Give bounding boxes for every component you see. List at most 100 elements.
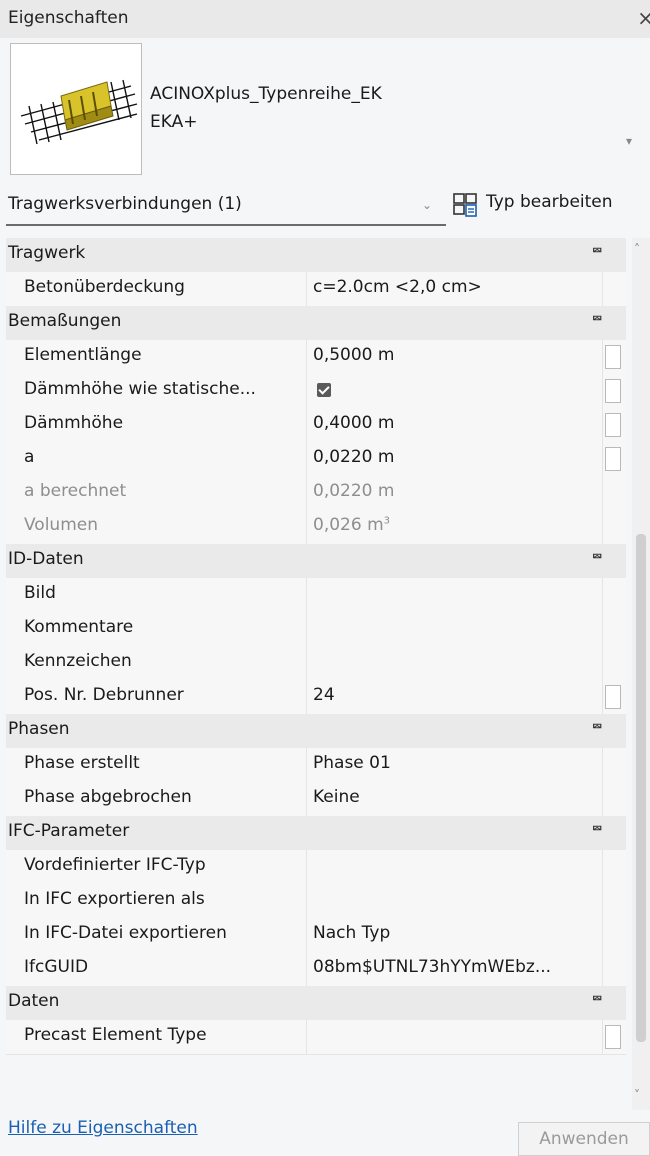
associate-parameter-button[interactable] [605, 379, 621, 403]
property-name: Dämmhöhe wie statische... [24, 379, 256, 399]
property-row: Betonüberdeckung c=2.0cm <2,0 cm> [6, 272, 626, 307]
associate-parameter-cell [602, 918, 627, 952]
property-name: Pos. Nr. Debrunner [24, 685, 184, 705]
associate-parameter-cell [602, 646, 627, 680]
associate-parameter-button[interactable] [605, 685, 621, 709]
chevron-down-icon[interactable]: ⌄ [422, 198, 432, 212]
scroll-down-icon[interactable]: ˅ [634, 1088, 640, 1102]
property-value-cell[interactable]: 24 [306, 680, 602, 714]
property-value-text: 0,0220 m [313, 481, 395, 501]
property-name: Volumen [24, 515, 99, 535]
collapse-icon[interactable]: ⮹ [592, 992, 602, 1007]
property-value-cell[interactable]: Phase 01 [306, 748, 602, 782]
group-header[interactable]: IFC-Parameter ⮹ [6, 816, 626, 851]
associate-parameter-button[interactable] [605, 413, 621, 437]
property-name: a berechnet [24, 481, 127, 501]
group-name: Tragwerk [8, 243, 86, 263]
property-row: Dämmhöhe 0,4000 m [6, 408, 626, 443]
property-value: Keine [313, 787, 360, 807]
property-value-cell[interactable] [306, 884, 602, 918]
associate-parameter-button[interactable] [605, 447, 621, 471]
associate-parameter-cell [602, 850, 627, 884]
apply-button[interactable]: Anwenden [518, 1122, 650, 1156]
collapse-icon[interactable]: ⮹ [592, 550, 602, 565]
property-value: 0,026 m3 [313, 515, 390, 535]
property-row: Vordefinierter IFC-Typ [6, 850, 626, 885]
property-value-cell[interactable]: c=2.0cm <2,0 cm> [306, 272, 602, 306]
type-label: EKA+ [150, 112, 198, 132]
property-name: IfcGUID [24, 957, 89, 977]
property-row: Phase abgebrochen Keine [6, 782, 626, 817]
collapse-icon[interactable]: ⮹ [592, 244, 602, 259]
property-row: Kommentare [6, 612, 626, 647]
vertical-scrollbar[interactable]: ˄ ˅ [632, 238, 650, 1110]
footer: Hilfe zu Eigenschaften Anwenden [0, 1110, 650, 1156]
property-value-cell: 0,0220 m [306, 476, 602, 510]
property-value-cell[interactable]: 08bm$UTNL73hYYmWEbz... [306, 952, 602, 986]
property-row: In IFC exportieren als [6, 884, 626, 919]
associate-parameter-cell [602, 578, 627, 612]
property-row: Precast Element Type [6, 1020, 626, 1055]
property-value-cell[interactable] [306, 374, 602, 408]
property-value: 08bm$UTNL73hYYmWEbz... [313, 957, 551, 977]
property-row: In IFC-Datei exportieren Nach Typ [6, 918, 626, 953]
edit-type-icon [453, 193, 477, 217]
property-value-cell[interactable]: 0,4000 m [306, 408, 602, 442]
property-value-cell[interactable] [306, 612, 602, 646]
associate-parameter-cell[interactable] [602, 408, 627, 442]
property-value-cell[interactable] [306, 578, 602, 612]
property-value-cell[interactable] [306, 850, 602, 884]
property-row: a 0,0220 m [6, 442, 626, 477]
help-link[interactable]: Hilfe zu Eigenschaften [8, 1118, 198, 1138]
property-name: Kennzeichen [24, 651, 132, 671]
associate-parameter-cell[interactable] [602, 340, 627, 374]
property-value-cell[interactable]: 0,0220 m [306, 442, 602, 476]
associate-parameter-cell [602, 952, 627, 986]
property-value-cell[interactable] [306, 1020, 602, 1054]
property-value-cell[interactable]: Keine [306, 782, 602, 816]
associate-parameter-cell[interactable] [602, 1020, 627, 1054]
property-row: Pos. Nr. Debrunner 24 [6, 680, 626, 715]
property-value-text: 0,0220 m [313, 447, 395, 467]
associate-parameter-button[interactable] [605, 345, 621, 369]
group-name: ID-Daten [8, 549, 84, 569]
associate-parameter-cell [602, 748, 627, 782]
property-name: In IFC-Datei exportieren [24, 923, 227, 943]
chevron-down-icon[interactable]: ▾ [626, 134, 632, 148]
group-header[interactable]: Phasen ⮹ [6, 714, 626, 749]
property-value-text: Nach Typ [313, 923, 391, 943]
associate-parameter-cell [602, 884, 627, 918]
associate-parameter-cell [602, 612, 627, 646]
collapse-icon[interactable]: ⮹ [592, 720, 602, 735]
type-selector[interactable]: ACINOXplus_Typenreihe_EK EKA+ ▾ [0, 38, 650, 178]
associate-parameter-cell [602, 510, 627, 544]
group-header[interactable]: ID-Daten ⮹ [6, 544, 626, 579]
group-name: IFC-Parameter [8, 821, 130, 841]
property-value-cell[interactable]: 0,5000 m [306, 340, 602, 374]
property-value-cell: 0,026 m3 [306, 510, 602, 544]
property-value: 0,0220 m [313, 447, 394, 467]
collapse-icon[interactable]: ⮹ [592, 312, 602, 327]
scroll-thumb[interactable] [636, 534, 646, 1042]
group-header[interactable]: Bemaßungen ⮹ [6, 306, 626, 341]
property-name: In IFC exportieren als [24, 889, 205, 909]
close-icon[interactable]: × [637, 6, 650, 30]
associate-parameter-cell[interactable] [602, 442, 627, 476]
property-value-cell[interactable] [306, 646, 602, 680]
group-header[interactable]: Daten ⮹ [6, 986, 626, 1021]
property-name: Vordefinierter IFC-Typ [24, 855, 206, 875]
property-value-cell[interactable]: Nach Typ [306, 918, 602, 952]
checkbox[interactable] [317, 383, 331, 397]
associate-parameter-cell[interactable] [602, 680, 627, 714]
instance-filter-dropdown[interactable]: Tragwerksverbindungen (1) ⌄ [6, 188, 446, 226]
scroll-up-icon[interactable]: ˄ [634, 242, 640, 256]
group-header[interactable]: Tragwerk ⮹ [6, 238, 626, 273]
collapse-icon[interactable]: ⮹ [592, 822, 602, 837]
title-bar: Eigenschaften × [0, 0, 650, 38]
unit-superscript: 3 [383, 515, 391, 527]
associate-parameter-cell[interactable] [602, 374, 627, 408]
property-row: Elementlänge 0,5000 m [6, 340, 626, 375]
associate-parameter-button[interactable] [605, 1025, 621, 1049]
family-name: ACINOXplus_Typenreihe_EK [150, 84, 382, 104]
property-name: Precast Element Type [24, 1025, 207, 1045]
